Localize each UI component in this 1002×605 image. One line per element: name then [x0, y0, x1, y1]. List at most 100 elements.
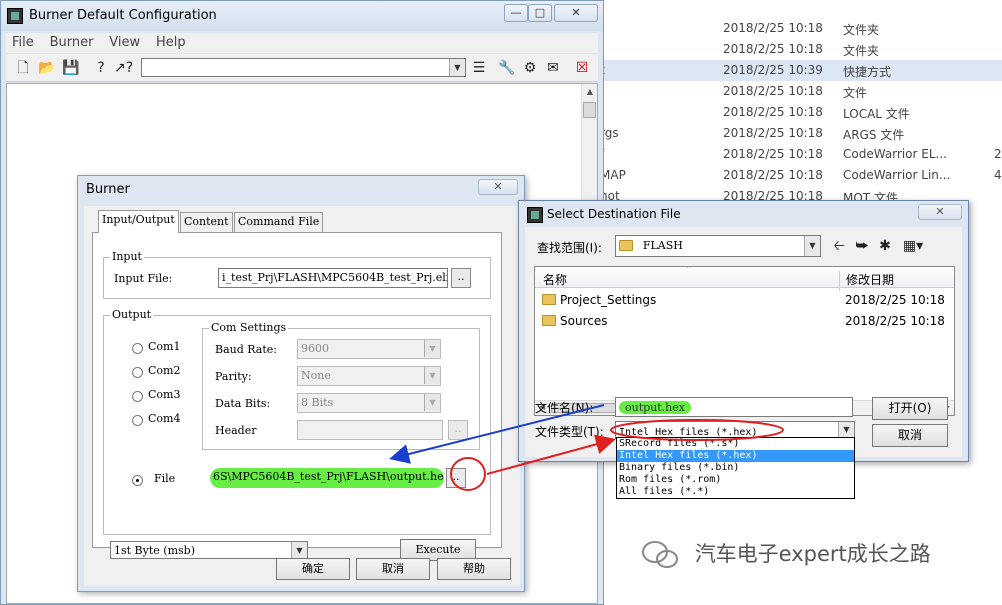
burn-icon[interactable]: ⚙: [521, 59, 539, 77]
tab-input-output[interactable]: Input/Output: [98, 210, 179, 233]
watermark: 汽车电子expert成长之路: [640, 538, 931, 571]
explorer-row-date: 2018/2/25 10:18: [723, 105, 823, 119]
header-browse-button[interactable]: ..: [448, 420, 468, 440]
header-field[interactable]: [297, 420, 443, 440]
chevron-down-icon[interactable]: ▼: [424, 340, 440, 357]
explorer-row[interactable]: 2018/2/25 10:18 LOCAL 文件: [600, 102, 1002, 123]
chevron-down-icon[interactable]: ▼: [291, 542, 307, 558]
col-date-header[interactable]: 修改日期: [839, 271, 894, 291]
open-folder-icon[interactable]: 📂: [38, 59, 56, 77]
baud-rate-select[interactable]: 9600 ▼: [297, 339, 441, 359]
scroll-thumb[interactable]: [583, 102, 596, 118]
dialog-close-button[interactable]: ✕: [478, 179, 518, 195]
filename-field[interactable]: output.hex: [615, 397, 853, 417]
filetype-option-binary[interactable]: Binary files (*.bin): [617, 462, 854, 474]
file-dialog-title: Select Destination File: [547, 207, 681, 221]
output-browse-button[interactable]: ..: [446, 468, 466, 488]
com2-radio[interactable]: [132, 367, 143, 378]
com3-radio[interactable]: [132, 391, 143, 402]
save-icon[interactable]: 💾: [62, 59, 80, 77]
close-button[interactable]: ✕: [554, 4, 598, 22]
lookin-value: FLASH: [642, 239, 683, 252]
mail-icon[interactable]: ✉: [544, 59, 562, 77]
explorer-row[interactable]: 2018/2/25 10:18 文件夹: [600, 39, 1002, 60]
menu-burner[interactable]: Burner: [44, 33, 100, 52]
menu-view[interactable]: View: [103, 33, 146, 52]
list-item[interactable]: Sources 2018/2/25 10:18: [535, 312, 954, 332]
list-item-date: 2018/2/25 10:18: [845, 293, 945, 307]
explorer-row[interactable]: t 2018/2/25 10:39 快捷方式: [600, 60, 1002, 81]
chevron-down-icon[interactable]: ▼: [449, 59, 465, 76]
input-file-field[interactable]: i_test_Prj\FLASH\MPC5604B_test_Prj.elf: [218, 268, 448, 288]
folder-icon: [619, 240, 633, 251]
header-label: Header: [215, 424, 257, 437]
cancel-button[interactable]: 取消: [356, 558, 430, 580]
menu-file[interactable]: File: [6, 33, 40, 52]
com-settings-group: Com Settings Baud Rate: 9600 ▼ Parity: N…: [202, 321, 480, 450]
col-name-header[interactable]: 名称: [543, 271, 567, 288]
menu-help[interactable]: Help: [150, 33, 192, 52]
view-menu-icon[interactable]: ▦▾: [899, 237, 927, 255]
toolbar-combo[interactable]: ▼: [141, 58, 466, 77]
back-arrow-icon[interactable]: 🡠: [830, 237, 848, 255]
byte-order-value: 1st Byte (msb): [114, 544, 195, 557]
filetype-option-all[interactable]: All files (*.*): [617, 486, 854, 498]
explorer-row[interactable]: 2018/2/25 10:18 文件: [600, 81, 1002, 102]
explorer-row[interactable]: 2018/2/25 10:18 文件夹: [600, 18, 1002, 39]
layers-icon[interactable]: ☰: [470, 59, 488, 77]
list-item-name: Project_Settings: [560, 293, 657, 307]
filename-value: output.hex: [619, 401, 691, 414]
minimize-button[interactable]: —: [504, 4, 528, 22]
chevron-down-icon[interactable]: ▼: [424, 394, 440, 411]
filetype-option-srecord[interactable]: SRecord files (*.s*): [617, 438, 854, 450]
chevron-down-icon[interactable]: ▼: [424, 367, 440, 384]
tab-command-file[interactable]: Command File: [234, 212, 324, 232]
help-icon[interactable]: ?: [92, 59, 110, 77]
chevron-down-icon[interactable]: ▼: [804, 236, 820, 256]
chevron-down-icon[interactable]: ▼: [838, 422, 854, 438]
new-file-icon[interactable]: 🗋: [14, 59, 32, 77]
file-dialog-close-button[interactable]: ✕: [918, 204, 962, 220]
scroll-up-icon[interactable]: ▲: [582, 84, 598, 100]
file-cancel-button[interactable]: 取消: [872, 424, 948, 447]
lookin-select[interactable]: FLASH ▼: [615, 235, 821, 257]
com4-radio[interactable]: [132, 415, 143, 426]
context-help-icon[interactable]: ↗?: [114, 59, 133, 77]
input-browse-button[interactable]: ..: [451, 268, 471, 288]
explorer-row[interactable]: rgs 2018/2/25 10:18 ARGS 文件: [600, 123, 1002, 144]
burner-dialog-title: Burner: [86, 182, 130, 197]
byte-order-select[interactable]: 1st Byte (msb) ▼: [110, 541, 308, 559]
filetype-option-intel-hex[interactable]: Intel Hex files (*.hex): [617, 450, 854, 462]
list-item-date: 2018/2/25 10:18: [845, 314, 945, 328]
com1-radio[interactable]: [132, 343, 143, 354]
explorer-row[interactable]: f 2018/2/25 10:18 CodeWarrior EL... 2: [600, 144, 1002, 165]
burner-app-icon: [7, 8, 23, 24]
explorer-row-date: 2018/2/25 10:18: [723, 21, 823, 35]
output-group-label: Output: [110, 308, 154, 321]
ok-button[interactable]: 确定: [276, 558, 350, 580]
output-file-field[interactable]: 6S\MPC5604B_test_Prj\FLASH\output.hex: [210, 468, 444, 488]
input-output-panel: Input Input File: i_test_Prj\FLASH\MPC56…: [92, 232, 502, 561]
filetype-option-rom[interactable]: Rom files (*.rom): [617, 474, 854, 486]
up-folder-icon[interactable]: ⮩: [853, 237, 871, 255]
new-folder-icon[interactable]: ✱: [876, 237, 894, 255]
file-label: File: [154, 472, 176, 485]
data-bits-select[interactable]: 8 Bits ▼: [297, 393, 441, 413]
open-button[interactable]: 打开(O): [872, 397, 948, 420]
output-group: Output Com1 Com2 Com3 Com4 Com Settings …: [103, 308, 491, 535]
explorer-row-type: CodeWarrior EL...: [843, 147, 947, 161]
explorer-row-type: 文件夹: [843, 44, 880, 58]
burner-dialog-body: Input/Output Content Command File Input …: [84, 206, 520, 586]
com-settings-label: Com Settings: [209, 321, 289, 334]
stop-icon[interactable]: ☒: [573, 59, 591, 77]
file-radio[interactable]: [132, 475, 143, 486]
parity-select[interactable]: None ▼: [297, 366, 441, 386]
explorer-row-date: 2018/2/25 10:18: [723, 42, 823, 56]
tab-content[interactable]: Content: [180, 212, 233, 232]
help-button[interactable]: 帮助: [437, 558, 511, 580]
list-item[interactable]: Project_Settings 2018/2/25 10:18: [535, 291, 954, 311]
wrench-icon[interactable]: 🔧: [498, 59, 516, 77]
main-titlebar[interactable]: Burner Default Configuration — □ ✕: [1, 1, 603, 31]
explorer-row[interactable]: MAP 2018/2/25 10:18 CodeWarrior Lin... 4: [600, 165, 1002, 186]
maximize-button[interactable]: □: [528, 4, 552, 22]
